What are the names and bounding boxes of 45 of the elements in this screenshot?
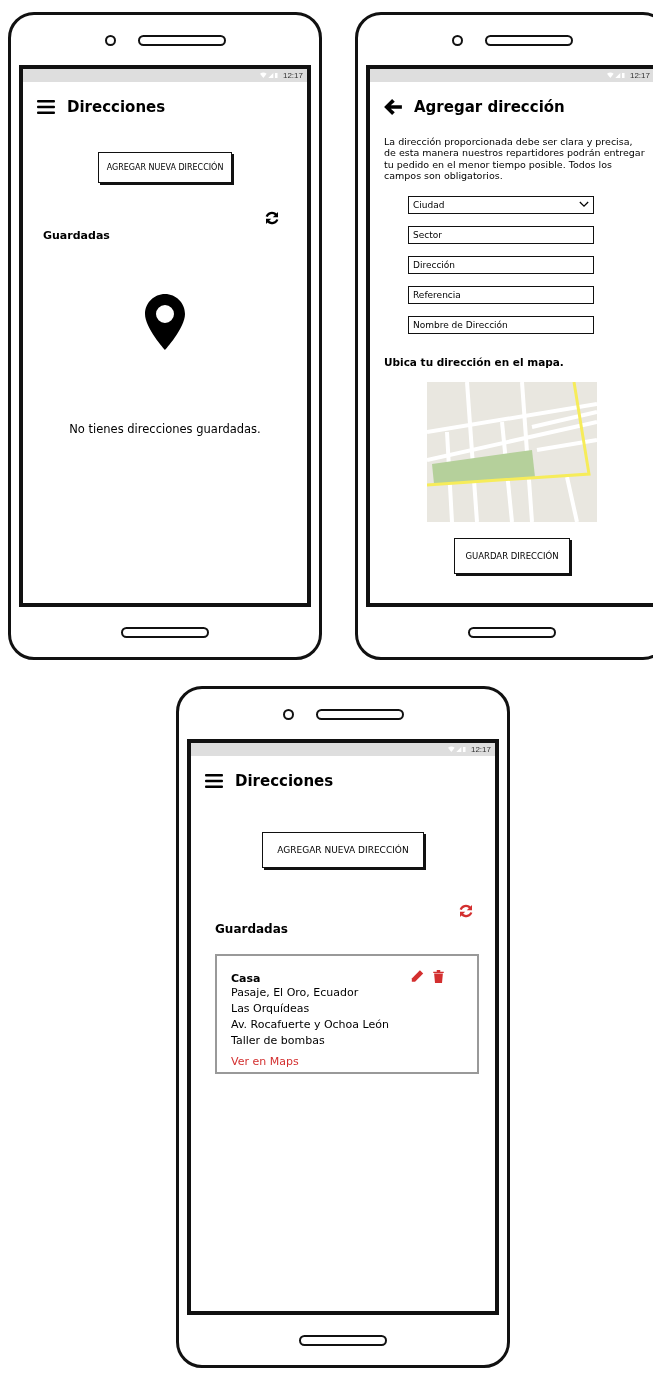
address-line: Pasaje, El Oro, Ecuador: [231, 985, 360, 1001]
status-icons: [447, 746, 468, 753]
refresh-icon[interactable]: [263, 209, 281, 227]
screen-title: Agregar dirección: [414, 98, 565, 116]
delete-trash-icon[interactable]: [432, 968, 445, 983]
home-button[interactable]: [468, 626, 556, 638]
input-field[interactable]: Referencia: [408, 285, 594, 304]
home-button[interactable]: [121, 626, 209, 638]
address-line: Taller de bombas: [231, 1033, 326, 1049]
status-time: 12:17: [629, 71, 650, 80]
status-time: 12:17: [282, 71, 303, 80]
map-label: Ubica tu dirección en el mapa.: [384, 355, 565, 368]
speaker-icon: [484, 34, 573, 46]
camera-icon: [104, 34, 116, 46]
city-dropdown[interactable]: Ciudad: [408, 195, 594, 214]
add-address-button[interactable]: AGREGAR NUEVA DIRECCIÓN: [262, 832, 424, 868]
input-field[interactable]: Nombre de Dirección: [408, 315, 594, 334]
address-line: Av. Rocafuerte y Ochoa León: [231, 1017, 390, 1033]
home-button[interactable]: [299, 1334, 387, 1346]
location-pin-icon: [145, 294, 185, 350]
back-arrow-icon[interactable]: [384, 99, 402, 115]
edit-pencil-icon[interactable]: [411, 968, 424, 983]
menu-icon[interactable]: [205, 774, 223, 788]
instructions-text: La dirección proporcionada debe ser clara y precisa, de esta manera nuestros repartidores podrán entregar tu pedido en el menor tiempo posible. Todos los campos son obligatorios.: [384, 136, 646, 182]
camera-icon: [282, 708, 294, 720]
add-address-button[interactable]: AGREGAR NUEVA DIRECCIÓN: [97, 152, 233, 183]
address-line: Las Orquídeas: [231, 1001, 311, 1017]
speaker-icon: [315, 708, 404, 720]
camera-icon: [451, 34, 463, 46]
section-heading: Guardadas: [214, 921, 289, 936]
input-field[interactable]: Dirección: [408, 255, 594, 274]
status-icons: [606, 72, 627, 79]
address-name: Casa: [231, 972, 261, 985]
screen-title: Direcciones: [67, 98, 166, 116]
status-icons: [259, 72, 280, 79]
view-in-maps-link[interactable]: Ver en Maps: [231, 1055, 299, 1068]
screen-title: Direcciones: [235, 772, 334, 790]
input-field[interactable]: Sector: [408, 225, 594, 244]
chevron-down-icon: [579, 201, 589, 209]
speaker-icon: [137, 34, 226, 46]
empty-message: No tienes direcciones guardadas.: [68, 422, 262, 436]
status-time: 12:17: [470, 745, 491, 754]
menu-icon[interactable]: [37, 100, 55, 114]
section-heading: Guardadas: [42, 228, 111, 242]
save-address-button[interactable]: GUARDAR DIRECCIÓN: [454, 537, 570, 574]
